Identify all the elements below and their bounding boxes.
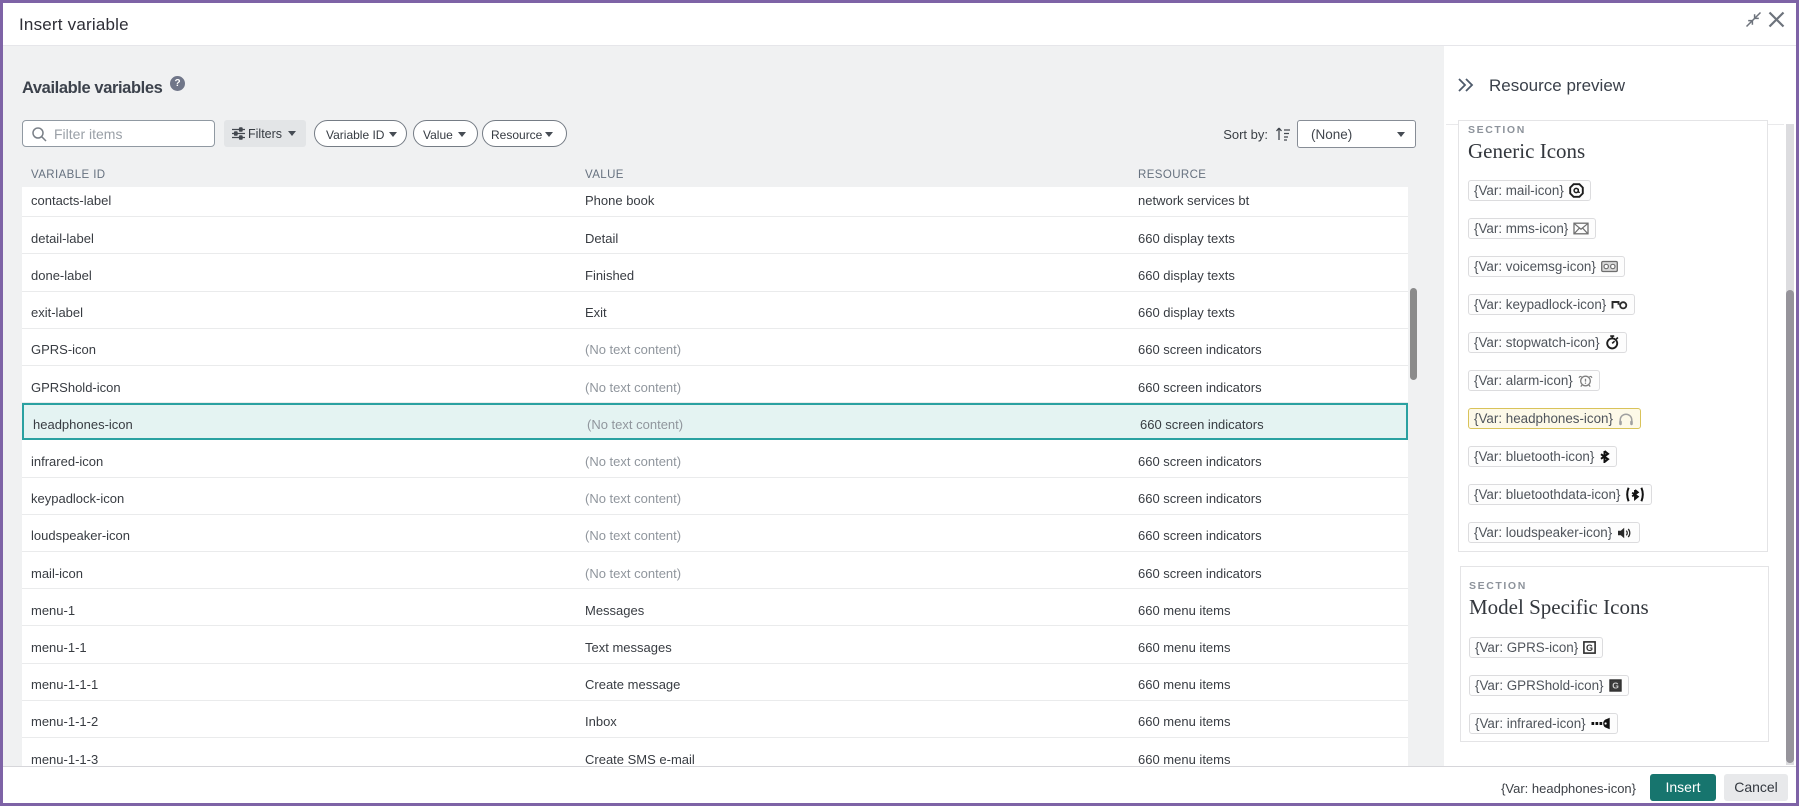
svg-text:G: G xyxy=(1612,681,1619,691)
svg-text:G: G xyxy=(1586,643,1593,653)
